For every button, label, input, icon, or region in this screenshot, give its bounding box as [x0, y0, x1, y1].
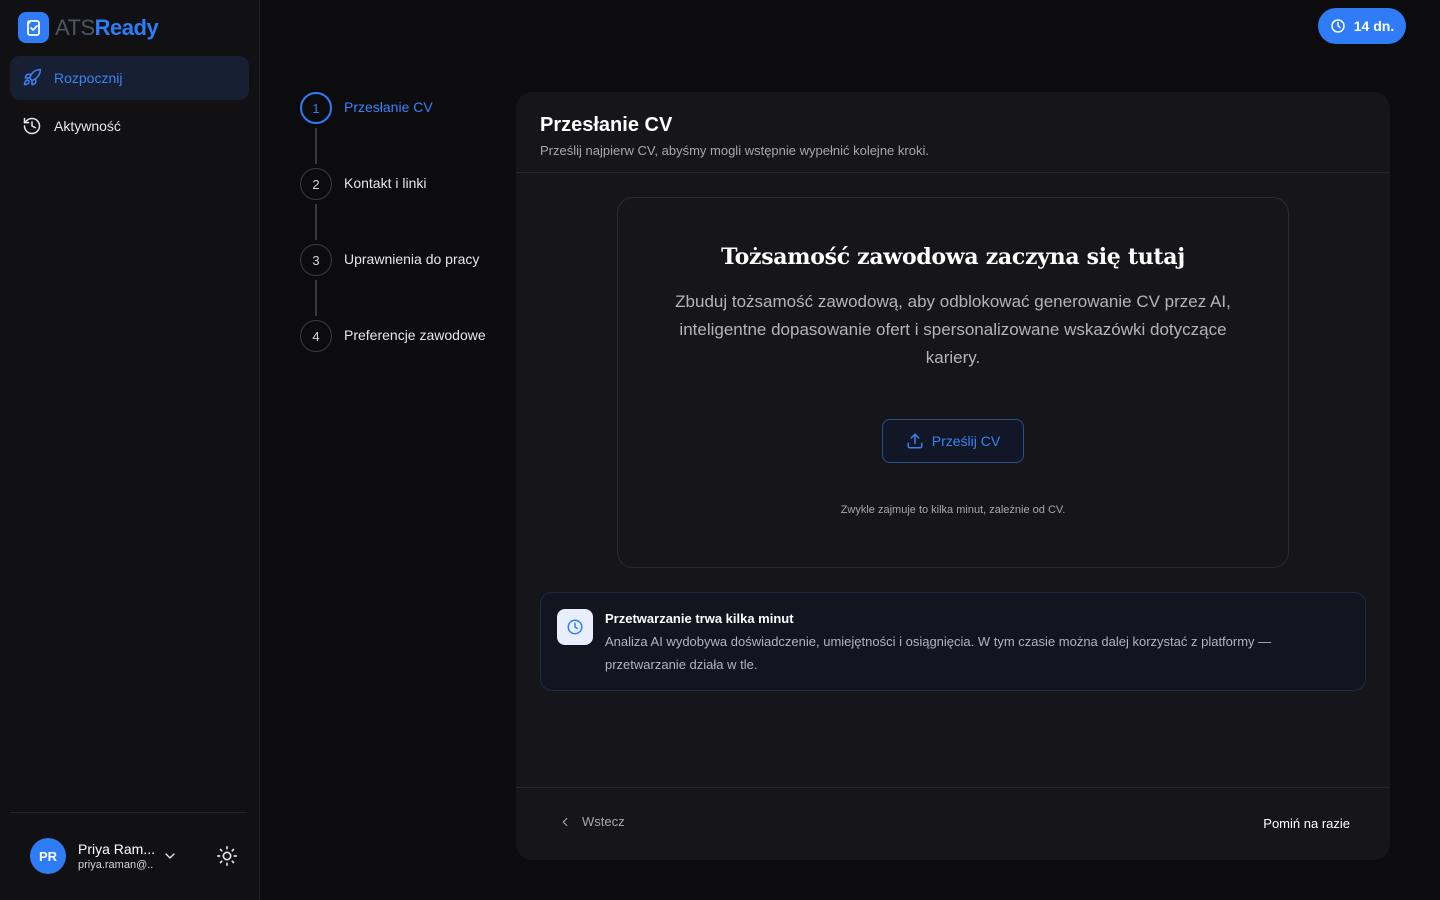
upload-dropzone[interactable]: Tożsamość zawodowa zaczyna się tutaj Zbu… [617, 197, 1289, 568]
user-email: priya.raman@... [78, 859, 154, 871]
sidebar-item-aktywnosc[interactable]: Aktywność [10, 104, 249, 148]
rocket-icon [23, 68, 42, 86]
step-number: 3 [300, 244, 332, 276]
upload-cv-label: Prześlij CV [931, 433, 1001, 449]
info-title: Przetwarzanie trwa kilka minut [605, 611, 794, 626]
step-connector [315, 204, 317, 240]
card-title: Przesłanie CV [540, 114, 673, 136]
hero-title: Tożsamość zawodowa zaczyna się tutaj [721, 244, 1185, 270]
processing-info-box: Przetwarzanie trwa kilka minut Analiza A… [540, 592, 1366, 691]
sidebar: ATSReady Rozpocznij Aktywność PR Priya R… [0, 0, 260, 900]
trial-label: 14 dn. [1353, 18, 1395, 34]
sidebar-divider [10, 812, 247, 813]
card-divider [516, 172, 1390, 173]
app-logo[interactable]: ATSReady [18, 12, 159, 43]
clock-icon [557, 609, 593, 645]
sidebar-nav: Rozpocznij Aktywność [10, 56, 249, 152]
user-name: Priya Ram... [78, 841, 154, 857]
step-number: 4 [300, 320, 332, 352]
cv-upload-card: Przesłanie CV Prześlij najpierw CV, abyś… [516, 92, 1390, 860]
hero-description: Zbuduj tożsamość zawodową, aby odblokowa… [675, 292, 1231, 367]
card-subtitle: Prześlij najpierw CV, abyśmy mogli wstęp… [540, 143, 929, 158]
step-label: Uprawnienia do pracy [344, 251, 480, 267]
upload-icon [907, 433, 923, 449]
chevron-down-icon[interactable] [162, 848, 178, 864]
sidebar-item-label: Aktywność [54, 118, 121, 134]
step-label: Przesłanie CV [344, 99, 433, 115]
step-connector [315, 280, 317, 316]
history-icon [23, 117, 41, 135]
onboarding-stepper: 1 Przesłanie CV 2 Kontakt i linki 3 Upra… [300, 92, 486, 396]
step-preferencje-zawodowe[interactable]: 4 Preferencje zawodowe [300, 320, 486, 396]
back-label: Wstecz [582, 814, 625, 829]
step-label: Kontakt i linki [344, 175, 427, 191]
upload-note: Zwykle zajmuje to kilka minut, zależnie … [840, 504, 1066, 516]
step-uprawnienia-do-pracy[interactable]: 3 Uprawnienia do pracy [300, 244, 486, 320]
chevron-left-icon [562, 817, 568, 826]
trial-badge[interactable]: 14 dn. [1318, 8, 1406, 44]
avatar: PR [30, 838, 66, 874]
upload-cv-button[interactable]: Prześlij CV [882, 419, 1024, 463]
sidebar-item-rozpocznij[interactable]: Rozpocznij [10, 56, 249, 100]
info-text: Analiza AI wydobywa doświadczenie, umiej… [605, 634, 1272, 672]
back-button[interactable]: Wstecz [558, 814, 625, 829]
logo-icon [18, 12, 49, 43]
sun-icon[interactable] [216, 845, 238, 867]
sidebar-item-label: Rozpocznij [54, 70, 123, 86]
skip-button[interactable]: Pomiń na razie [1263, 816, 1350, 831]
step-kontakt-i-linki[interactable]: 2 Kontakt i linki [300, 168, 486, 244]
step-number: 1 [300, 92, 332, 124]
step-przeslanie-cv[interactable]: 1 Przesłanie CV [300, 92, 486, 168]
step-label: Preferencje zawodowe [344, 327, 486, 343]
step-number: 2 [300, 168, 332, 200]
clock-icon [1331, 19, 1345, 33]
step-connector [315, 128, 317, 164]
footer-divider [516, 787, 1390, 788]
user-menu[interactable]: PR Priya Ram... priya.raman@... [30, 838, 240, 874]
logo-text: ATSReady [55, 14, 159, 40]
